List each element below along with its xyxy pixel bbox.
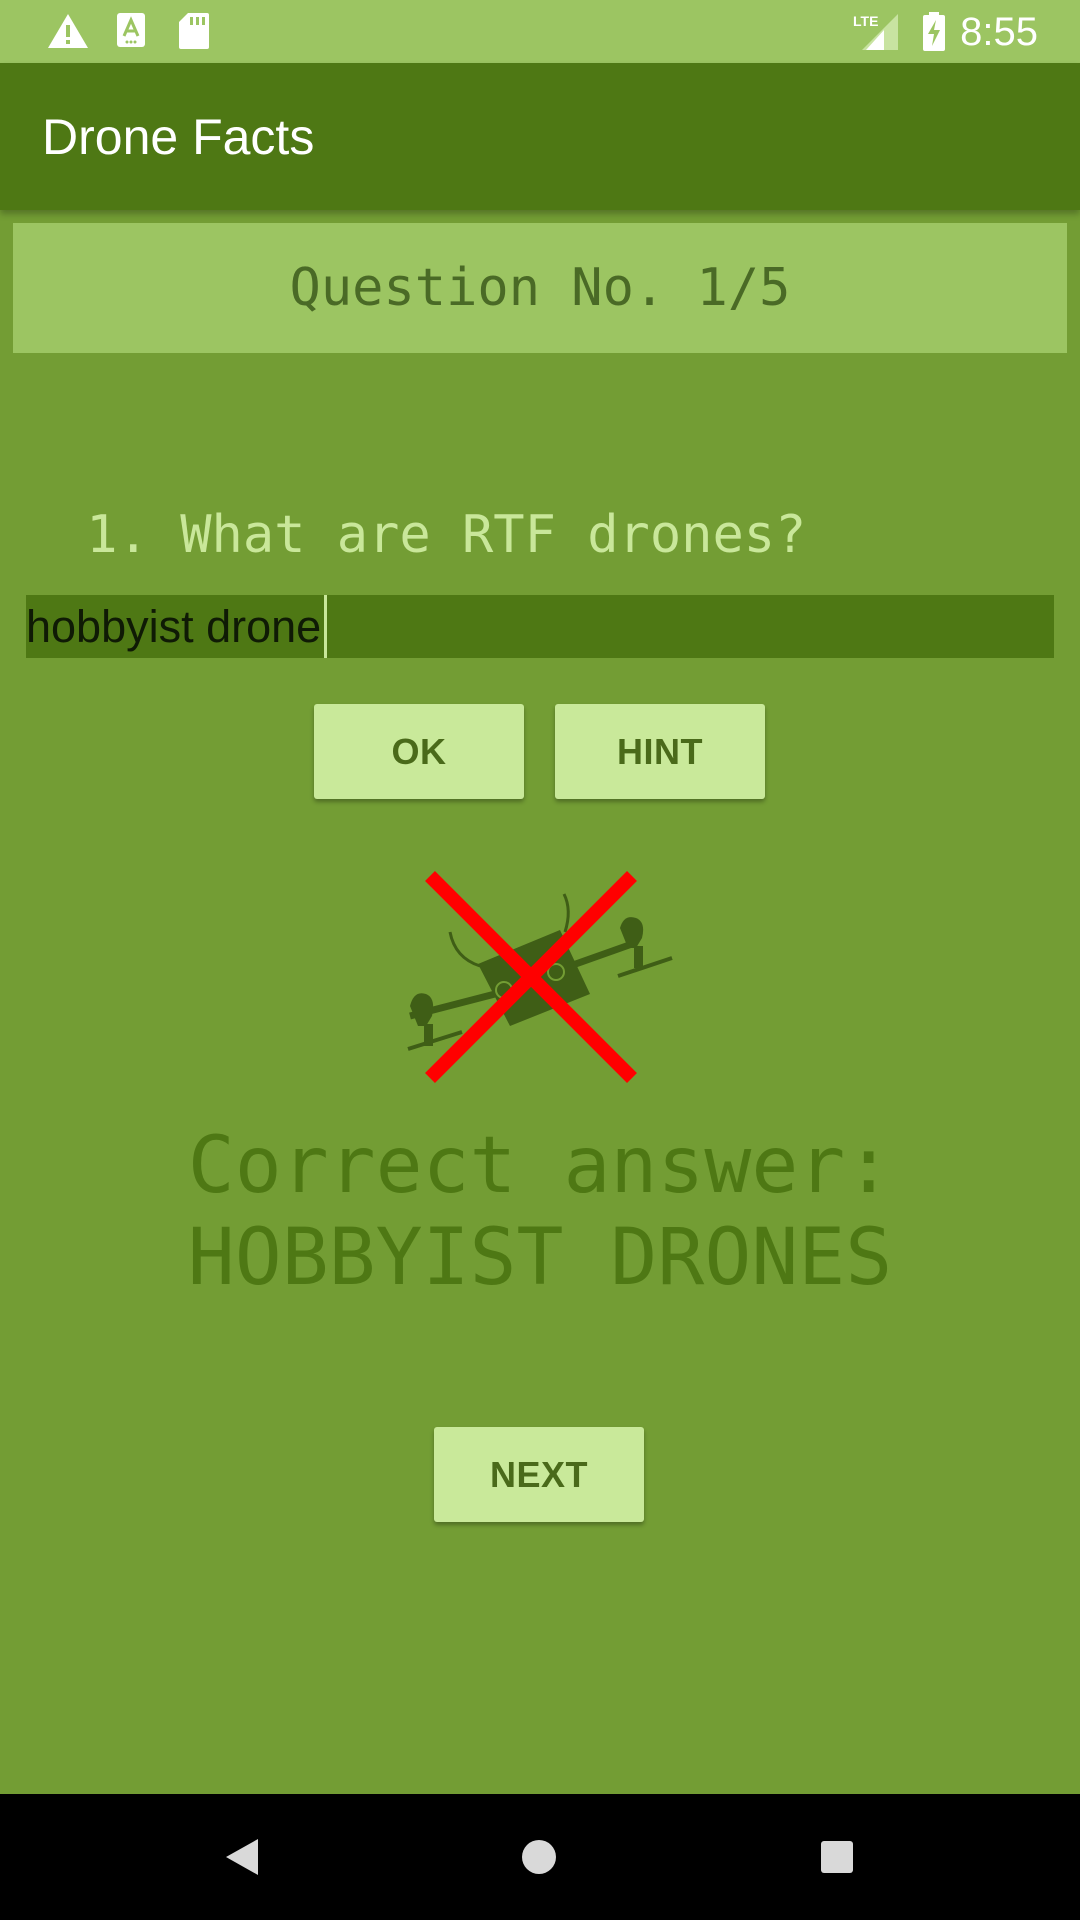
drone-with-red-x-icon bbox=[407, 871, 673, 1083]
sd-card-icon bbox=[179, 13, 209, 49]
correct-answer-value: HOBBYIST DRONES bbox=[187, 1213, 893, 1303]
app-title: Drone Facts bbox=[42, 109, 315, 165]
recents-icon[interactable] bbox=[792, 1794, 882, 1920]
correct-answer-label: Correct answer: bbox=[187, 1121, 893, 1211]
status-bar: LTE 8:55 bbox=[0, 0, 1080, 63]
answer-input[interactable]: hobbyist drone bbox=[26, 595, 1054, 658]
question-header: Question No. 1/5 bbox=[13, 223, 1067, 353]
status-time: 8:55 bbox=[960, 10, 1038, 54]
wrong-answer-x-icon bbox=[425, 871, 637, 1083]
battery-charging-icon bbox=[923, 12, 945, 51]
lte-signal-icon: LTE bbox=[853, 13, 898, 50]
home-icon[interactable] bbox=[494, 1794, 584, 1920]
navigation-bar bbox=[0, 1794, 1080, 1920]
next-button[interactable]: NEXT bbox=[434, 1427, 644, 1522]
back-icon[interactable] bbox=[196, 1794, 286, 1920]
hint-button[interactable]: HINT bbox=[555, 704, 765, 799]
app-bar: Drone Facts bbox=[0, 63, 1080, 210]
question-text: 1. What are RTF drones? bbox=[55, 505, 807, 565]
lte-label: LTE bbox=[853, 13, 878, 29]
answer-input-value[interactable]: hobbyist drone bbox=[26, 595, 328, 658]
ok-button[interactable]: OK bbox=[314, 704, 524, 799]
question-number: Question No. 1/5 bbox=[289, 258, 791, 318]
text-input-icon bbox=[117, 13, 145, 47]
warning-icon bbox=[48, 14, 88, 48]
correct-answer: Correct answer: HOBBYIST DRONES bbox=[0, 1120, 1080, 1304]
